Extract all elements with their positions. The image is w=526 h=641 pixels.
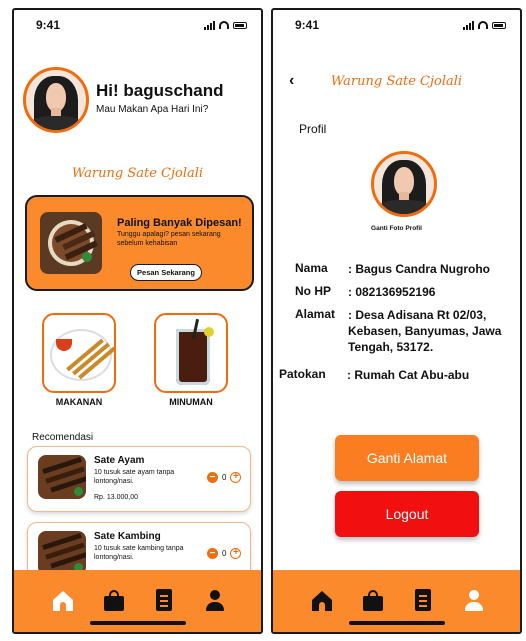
field-value: : Desa Adisana Rt 02/03, Kebasen, Banyum… bbox=[348, 308, 502, 355]
home-screen: 9:41 Hi! baguschand Mau Makan Apa Hari I… bbox=[12, 8, 263, 634]
field-label: No HP bbox=[295, 284, 331, 298]
brand-logo: Warung Sate Cjolali bbox=[330, 74, 463, 89]
quantity-value: 0 bbox=[222, 549, 227, 558]
signal-icon bbox=[204, 20, 215, 30]
shopping-bag-icon[interactable] bbox=[362, 589, 384, 611]
profile-row-phone: No HP : 082136952196 bbox=[295, 284, 435, 299]
greeting-title: Hi! baguschand bbox=[96, 81, 224, 100]
field-value: : Bagus Candra Nugroho bbox=[348, 262, 491, 276]
menu-item-image bbox=[38, 455, 86, 499]
battery-icon bbox=[233, 21, 247, 29]
status-time: 9:41 bbox=[295, 18, 320, 32]
promo-description: Tunggu apalagi? pesan sekarang sebelum k… bbox=[117, 231, 221, 247]
menu-item-name: Sate Ayam bbox=[94, 455, 145, 466]
promo-satay-image bbox=[40, 212, 102, 274]
status-bar: 9:41 bbox=[273, 10, 520, 40]
profile-avatar[interactable] bbox=[371, 151, 437, 217]
logout-button[interactable]: Logout bbox=[335, 491, 479, 537]
field-value: : Rumah Cat Abu-abu bbox=[347, 368, 470, 382]
category-food-label[interactable]: MAKANAN bbox=[42, 397, 116, 407]
iced-drink-image bbox=[176, 318, 214, 385]
shopping-bag-icon[interactable] bbox=[103, 589, 125, 611]
minus-icon[interactable]: − bbox=[207, 472, 218, 483]
bottom-tab-bar bbox=[273, 570, 520, 632]
battery-icon bbox=[492, 21, 506, 29]
page-title: Profil bbox=[299, 122, 327, 136]
home-icon[interactable] bbox=[311, 589, 333, 611]
recommendation-title: Recomendasi bbox=[32, 432, 94, 443]
profile-row-name: Nama : Bagus Candra Nugroho bbox=[295, 261, 490, 276]
order-now-button[interactable]: Pesan Sekarang bbox=[130, 264, 202, 281]
orders-icon[interactable] bbox=[153, 589, 175, 611]
quantity-stepper: − 0 + bbox=[207, 548, 242, 559]
menu-item-card[interactable]: Sate Ayam 10 tusuk sate ayam tanpa lonto… bbox=[27, 446, 251, 512]
satay-food-image bbox=[52, 331, 114, 380]
change-photo-link[interactable]: Ganti Foto Profil bbox=[273, 225, 520, 232]
greeting-subtitle: Mau Makan Apa Hari Ini? bbox=[96, 104, 209, 115]
orders-icon[interactable] bbox=[412, 589, 434, 611]
bottom-tab-bar bbox=[14, 570, 261, 632]
category-drink-label[interactable]: MINUMAN bbox=[154, 397, 228, 407]
quantity-value: 0 bbox=[222, 473, 227, 482]
menu-item-image bbox=[38, 531, 86, 575]
home-icon[interactable] bbox=[52, 589, 74, 611]
home-indicator bbox=[348, 621, 445, 625]
field-label: Alamat bbox=[295, 307, 336, 321]
status-bar: 9:41 bbox=[14, 10, 261, 40]
profile-row-address: Alamat : Desa Adisana Rt 02/03, Kebasen,… bbox=[295, 307, 501, 354]
plus-icon[interactable]: + bbox=[230, 472, 242, 483]
field-label: Patokan bbox=[279, 367, 326, 381]
quantity-stepper: − 0 + bbox=[207, 472, 242, 483]
signal-icon bbox=[463, 20, 474, 30]
promo-banner[interactable]: Paling Banyak Dipesan! Tunggu apalagi? p… bbox=[25, 195, 254, 291]
minus-icon[interactable]: − bbox=[207, 548, 218, 559]
wifi-icon bbox=[219, 21, 229, 29]
menu-item-name: Sate Kambing bbox=[94, 531, 161, 542]
status-icons bbox=[204, 20, 247, 30]
status-time: 9:41 bbox=[36, 18, 61, 32]
profile-row-landmark: Patokan : Rumah Cat Abu-abu bbox=[279, 367, 469, 382]
profile-icon[interactable] bbox=[204, 589, 226, 611]
profile-screen: 9:41 ‹ Warung Sate Cjolali Profil Ganti … bbox=[271, 8, 522, 634]
menu-item-description: 10 tusuk sate kambing tanpa lontong/nasi… bbox=[94, 545, 184, 562]
field-label: Nama bbox=[295, 261, 328, 275]
menu-item-description: 10 tusuk sate ayam tanpa lontong/nasi. bbox=[94, 469, 175, 486]
field-value: : 082136952196 bbox=[348, 285, 436, 299]
profile-icon[interactable] bbox=[463, 589, 485, 611]
status-icons bbox=[463, 20, 506, 30]
brand-logo: Warung Sate Cjolali bbox=[71, 166, 204, 181]
wifi-icon bbox=[478, 21, 488, 29]
category-drink-card[interactable] bbox=[154, 313, 228, 393]
change-address-button[interactable]: Ganti Alamat bbox=[335, 435, 479, 481]
menu-item-price: Rp. 13.000,00 bbox=[94, 494, 138, 501]
category-food-card[interactable] bbox=[42, 313, 116, 393]
promo-title: Paling Banyak Dipesan! bbox=[117, 217, 242, 229]
avatar[interactable] bbox=[23, 67, 89, 133]
home-indicator bbox=[89, 621, 186, 625]
plus-icon[interactable]: + bbox=[230, 548, 242, 559]
